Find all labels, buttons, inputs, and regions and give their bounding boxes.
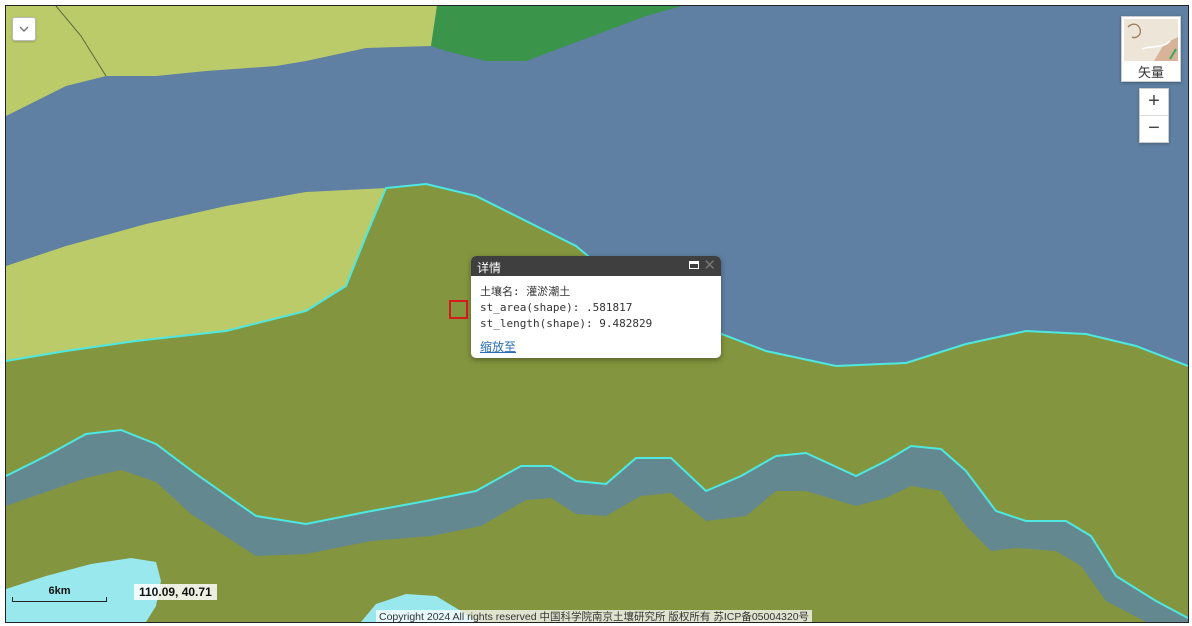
field-label: st_length(shape) [480,317,586,330]
popup-header: 详情 ✕ [471,256,721,276]
zoom-control: + − [1139,88,1169,143]
scale-bar: 6km [12,584,107,602]
field-value: 灌淤潮土 [526,285,571,298]
maximize-icon[interactable] [689,261,699,269]
field-value: .581817 [585,301,633,314]
map-frame[interactable]: 矢量 + − 详情 ✕ 土壤名: 灌淤潮土 st_area(shape): .5… [5,5,1189,623]
zoom-in-button[interactable]: + [1140,89,1168,115]
scale-label: 6km [48,585,71,597]
layer-toggle-button[interactable] [12,17,36,41]
field-row: 土壤名: 灌淤潮土 [480,284,712,300]
zoom-to-link[interactable]: 缩放至 [480,339,516,355]
zoom-out-button[interactable]: − [1140,115,1168,142]
field-row: st_length(shape): 9.482829 [480,316,712,332]
field-value: 9.482829 [599,317,653,330]
field-row: st_area(shape): .581817 [480,300,712,316]
copyright-notice: Copyright 2024 All rights reserved 中国科学院… [376,610,813,622]
field-label: 土壤名 [480,285,513,298]
basemap-thumbnail [1124,19,1178,61]
basemap-label: 矢量 [1137,65,1164,80]
chevron-down-icon [19,20,29,38]
field-label: st_area(shape) [480,301,573,314]
details-popup: 详情 ✕ 土壤名: 灌淤潮土 st_area(shape): .581817 s… [471,256,721,358]
close-icon[interactable]: ✕ [703,257,716,274]
popup-body: 土壤名: 灌淤潮土 st_area(shape): .581817 st_len… [471,276,721,356]
coordinate-readout: 110.09, 40.71 [134,584,217,600]
field-separator: : [513,285,527,298]
field-separator: : [572,301,586,314]
field-separator: : [585,317,600,330]
scale-bar-line [12,597,107,602]
basemap-switcher[interactable]: 矢量 [1121,16,1181,82]
popup-title: 详情 [477,261,502,275]
